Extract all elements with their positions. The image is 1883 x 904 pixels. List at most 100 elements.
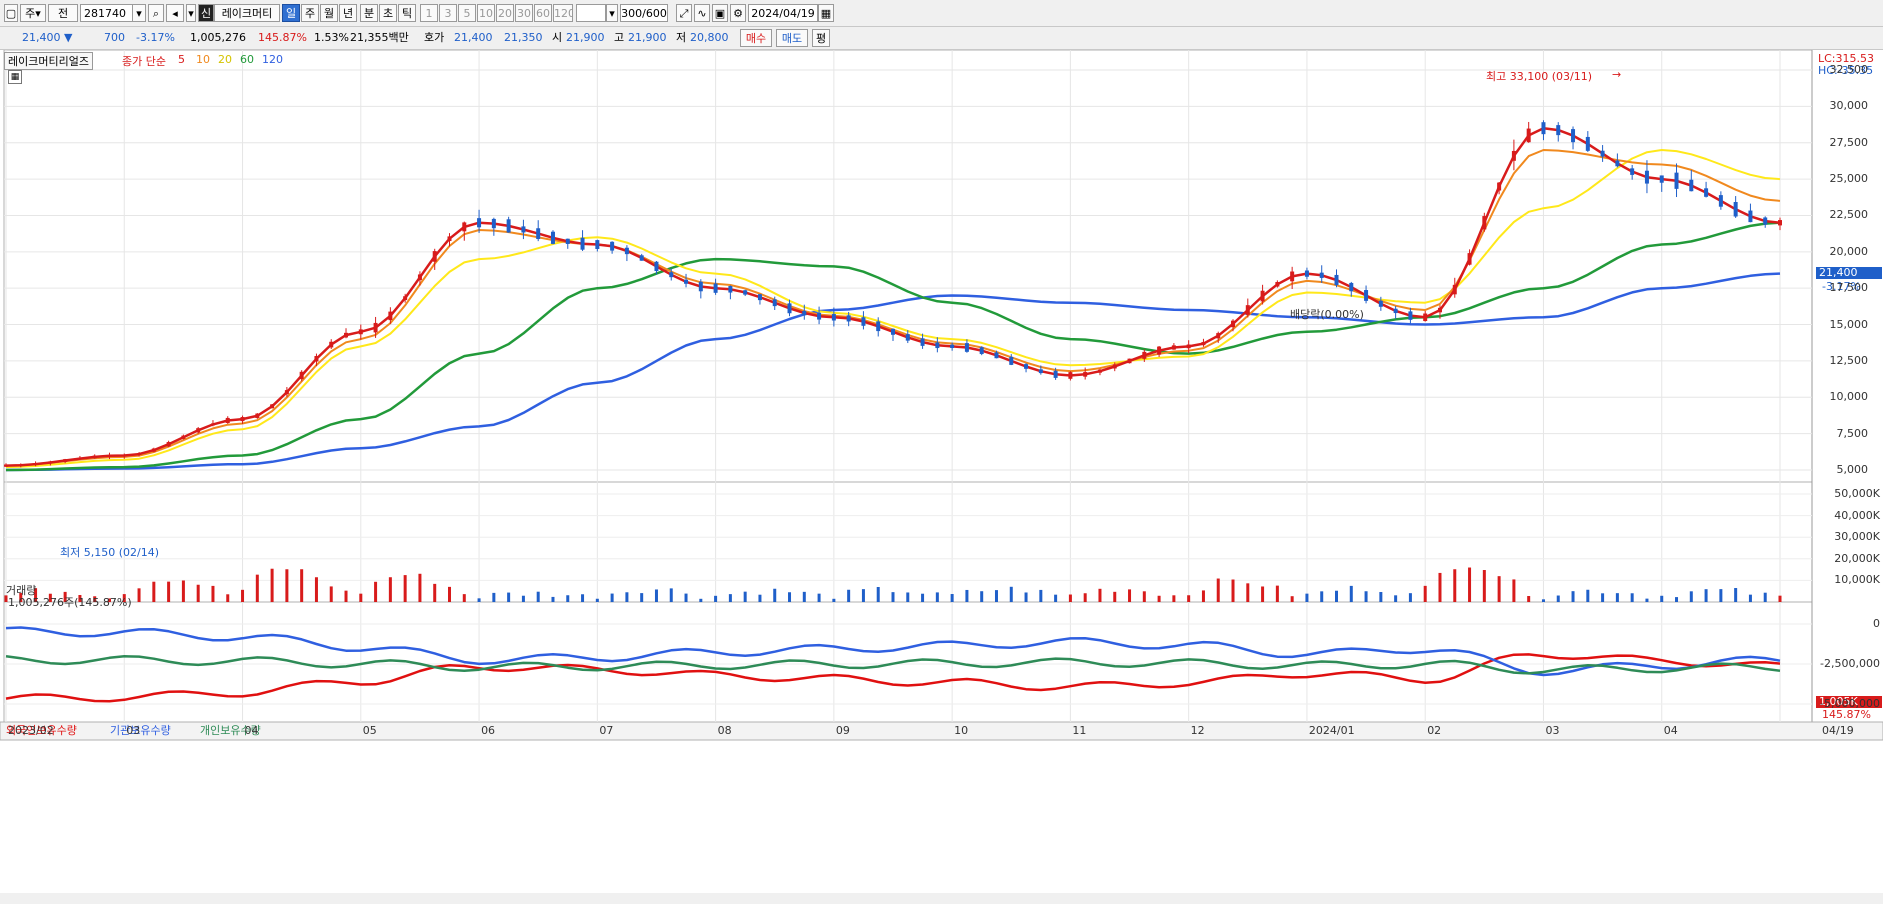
x-tick-label: 04 <box>244 724 259 737</box>
chart-area[interactable]: 레이크머티리얼즈 종가 단순 5 10 20 60 120 ▦ LC:315.5… <box>0 50 1883 893</box>
volume-bar <box>921 593 925 602</box>
code-dropdown-icon[interactable]: ▾ <box>132 4 146 22</box>
settings-gear-icon[interactable]: ⚙ <box>730 4 746 22</box>
grid-toggle-icon[interactable]: ▦ <box>8 70 22 84</box>
period-minute[interactable]: 분 <box>360 4 378 22</box>
count-input[interactable]: 300/600 <box>620 4 668 22</box>
candle-body <box>1733 202 1738 217</box>
volume-bar <box>1586 589 1590 602</box>
window-menu-icon[interactable]: ▢ <box>4 4 18 22</box>
speaker-icon[interactable]: ◂ <box>166 4 184 22</box>
search-icon[interactable]: ⌕ <box>148 4 164 22</box>
price-panel-title[interactable]: 레이크머티리얼즈 <box>4 52 93 70</box>
calendar-icon[interactable]: ▦ <box>818 4 834 22</box>
period-year[interactable]: 년 <box>339 4 357 22</box>
count-value: 300/600 <box>621 7 667 20</box>
interval-3-label: 3 <box>444 7 452 20</box>
candle-body <box>1378 300 1383 307</box>
candle-body <box>270 404 275 409</box>
chart-canvas[interactable] <box>0 50 1883 893</box>
ma20-legend: 20 <box>218 53 232 66</box>
volume-bar <box>1216 578 1220 602</box>
volume-bar <box>832 598 836 602</box>
interval-20[interactable]: 20 <box>496 4 514 22</box>
candle-body <box>905 334 910 341</box>
interval-1[interactable]: 1 <box>420 4 438 22</box>
candle-body <box>521 226 526 233</box>
candle-body <box>1216 333 1221 339</box>
x-tick-label: 12 <box>1190 724 1205 737</box>
sell-button[interactable]: 매도 <box>776 29 808 47</box>
period-week[interactable]: 주 <box>301 4 319 22</box>
candle-body <box>817 312 822 320</box>
x-tick-label: 02 <box>1427 724 1442 737</box>
volume-bar <box>507 592 511 602</box>
status-bar <box>0 893 1883 904</box>
interval-3[interactable]: 3 <box>439 4 457 22</box>
chart-type-icon[interactable]: ∿ <box>694 4 710 22</box>
candle-body <box>240 417 245 422</box>
period-tick[interactable]: 틱 <box>398 4 416 22</box>
mode-label: 전 <box>57 7 69 20</box>
volume-bar <box>1201 590 1205 602</box>
date-input[interactable]: 2024/04/19 <box>748 4 818 22</box>
save-icon[interactable]: ▣ <box>712 4 728 22</box>
x-tick-label: 03 <box>1545 724 1560 737</box>
volume-bar <box>1113 591 1117 602</box>
volume-bar <box>595 598 599 602</box>
interval-5[interactable]: 5 <box>458 4 476 22</box>
candle-body <box>1038 369 1043 374</box>
interval-120[interactable]: 120 <box>553 4 573 22</box>
quote-bar: 21,400 ▼ 700 -3.17% 1,005,276 145.87% 1.… <box>0 27 1883 50</box>
period-month[interactable]: 월 <box>320 4 338 22</box>
volume-bar <box>773 588 777 602</box>
interval-10[interactable]: 10 <box>477 4 495 22</box>
volume-bar <box>1630 593 1634 602</box>
holding-y-tick: 0 <box>1873 617 1880 630</box>
buy-button[interactable]: 매수 <box>740 29 772 47</box>
candle-body <box>698 281 703 292</box>
custom-interval-dropdown-icon[interactable]: ▾ <box>606 4 618 22</box>
volume-bar <box>1512 579 1516 602</box>
volume-bar <box>300 569 304 602</box>
candle-body <box>935 342 940 349</box>
candle-body <box>1467 253 1472 265</box>
volume-bar <box>950 594 954 602</box>
volume-bar <box>1379 592 1383 602</box>
candle-body <box>1718 195 1723 207</box>
period-minute-label: 분 <box>363 7 375 20</box>
custom-interval-input[interactable] <box>576 4 606 22</box>
period-year-label: 년 <box>342 7 354 20</box>
eval-button-label: 평 <box>815 32 827 45</box>
eval-button[interactable]: 평 <box>812 29 830 47</box>
x-tick-label: 2023/02 <box>8 724 54 737</box>
toolbar: ▢ 주▾ 전 281740 ▾ ⌕ ◂ ▾ 신 레이크머티 일 주 월 년 분 … <box>0 0 1883 27</box>
quote-change-pct: -3.17% <box>136 31 175 44</box>
volume-bar <box>1571 591 1575 602</box>
volume-bar <box>181 580 185 602</box>
period-second[interactable]: 초 <box>379 4 397 22</box>
high-arrow-icon: → <box>1612 68 1622 81</box>
nav-dropdown-icon[interactable]: ▾ <box>186 4 196 22</box>
volume-bar <box>1704 589 1708 602</box>
volume-bar <box>314 577 318 602</box>
x-tick-label: 04/19 <box>1822 724 1854 737</box>
volume-bar <box>536 591 540 602</box>
candle-body <box>1127 358 1132 364</box>
market-select[interactable]: 주▾ <box>20 4 46 22</box>
volume-bar <box>1068 594 1072 602</box>
mode-select[interactable]: 전 <box>48 4 78 22</box>
candle-body <box>1511 150 1516 161</box>
candle-body <box>728 286 733 293</box>
volume-bar <box>196 584 200 602</box>
ma120-legend: 120 <box>262 53 283 66</box>
candle-body <box>1186 344 1191 349</box>
volume-y-tick: 30,000K <box>1834 530 1880 544</box>
volume-bar <box>1453 569 1457 602</box>
fit-icon[interactable]: ⤢ <box>676 4 692 22</box>
volume-bar <box>1231 579 1235 602</box>
period-day[interactable]: 일 <box>282 4 300 22</box>
interval-60[interactable]: 60 <box>534 4 552 22</box>
interval-30[interactable]: 30 <box>515 4 533 22</box>
quote-amount: 21,355백만 <box>350 31 409 44</box>
